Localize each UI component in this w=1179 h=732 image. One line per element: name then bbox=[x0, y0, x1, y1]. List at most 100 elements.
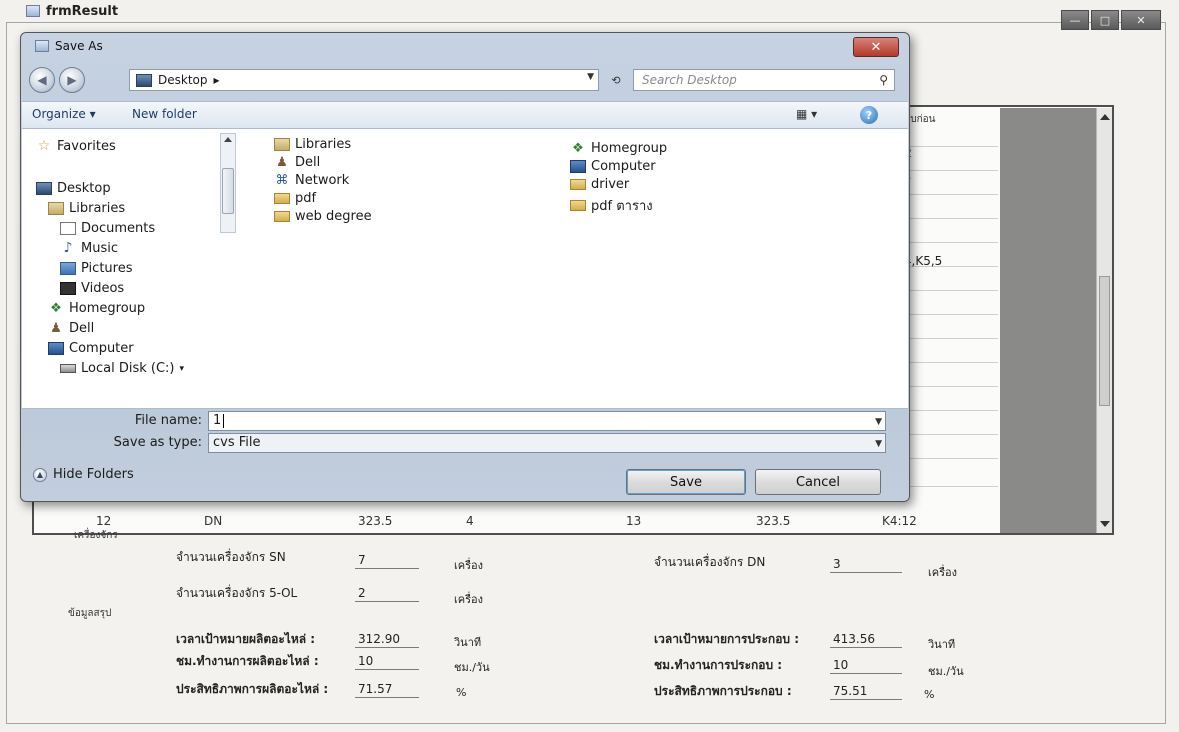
search-input[interactable]: Search Desktop ⚲ bbox=[633, 69, 895, 91]
libraries-icon bbox=[274, 138, 290, 151]
nav-item-label: Documents bbox=[81, 221, 156, 236]
dialog-icon bbox=[35, 40, 49, 52]
sewing-eff-label: ประสิทธิภาพการผลิตอะไหล่ : bbox=[176, 682, 329, 696]
sewing-target-label: เวลาเป้าหมายผลิตอะไหล่ : bbox=[176, 632, 316, 646]
row-no: 12 bbox=[96, 514, 112, 528]
row-value-c: 13 bbox=[626, 514, 642, 528]
scroll-down-arrow-icon[interactable] bbox=[1100, 521, 1110, 527]
address-separator-icon[interactable]: ▸ bbox=[214, 73, 220, 87]
nav-item-homegroup[interactable]: ❖ Homegroup bbox=[48, 301, 145, 316]
back-button[interactable]: ◀ bbox=[29, 67, 55, 93]
save-button[interactable]: Save bbox=[626, 469, 746, 495]
nav-item-pictures[interactable]: Pictures bbox=[60, 261, 132, 276]
desktop-icon bbox=[136, 73, 152, 87]
dialog-close-button[interactable]: ✕ bbox=[853, 37, 899, 57]
organize-menu[interactable]: Organize ▾ bbox=[32, 107, 96, 121]
file-item-libraries[interactable]: Libraries bbox=[274, 137, 351, 152]
assembly-eff-label: ประสิทธิภาพการประกอบ : bbox=[654, 684, 792, 698]
nav-item-documents[interactable]: Documents bbox=[60, 221, 155, 236]
save-fields: File name: 1 ▼ Save as type: cvs File ▼ bbox=[22, 409, 908, 457]
view-options-icon[interactable]: ▦ ▾ bbox=[796, 107, 817, 121]
row-value-a: 323.5 bbox=[358, 514, 393, 528]
nav-item-computer[interactable]: Computer bbox=[48, 341, 134, 356]
five-ol-value: 2 bbox=[355, 584, 419, 602]
row-value-d: 323.5 bbox=[756, 514, 791, 528]
sewing-hours-label: ชม.ทำงานการผลิตอะไหล่ : bbox=[176, 654, 319, 668]
address-dropdown-icon[interactable]: ▼ bbox=[587, 72, 594, 82]
chevron-down-icon[interactable]: ▼ bbox=[875, 435, 882, 453]
nav-pane-scrollbar[interactable] bbox=[220, 133, 236, 233]
folder-icon bbox=[274, 211, 290, 222]
scroll-up-arrow-icon[interactable] bbox=[1100, 114, 1110, 120]
chevron-up-icon: ▲ bbox=[33, 467, 47, 482]
grid-vertical-scrollbar[interactable] bbox=[1096, 108, 1112, 533]
close-button[interactable]: ✕ bbox=[1121, 10, 1161, 30]
scroll-up-arrow-icon[interactable] bbox=[224, 137, 232, 142]
folder-icon bbox=[570, 200, 586, 211]
computer-icon bbox=[570, 160, 586, 173]
table-row[interactable]: 12 DN 323.5 4 13 323.5 K4:12 bbox=[36, 511, 1094, 531]
dialog-body: ☆ Favorites Desktop Libraries Documents … bbox=[22, 129, 908, 409]
save-as-dialog: Save As ✕ ◀ ▶ Desktop ▸ ▼ ⟲ Search Deskt… bbox=[20, 32, 910, 502]
file-name-label: File name: bbox=[134, 413, 202, 428]
app-icon bbox=[26, 5, 40, 17]
file-name-input[interactable]: 1 ▼ bbox=[208, 411, 886, 431]
file-item-label: driver bbox=[591, 177, 630, 192]
new-folder-button[interactable]: New folder bbox=[132, 107, 197, 121]
assembly-hours-value: 10 bbox=[830, 656, 902, 674]
nav-item-local-disk[interactable]: Local Disk (C:) ▾ bbox=[60, 361, 184, 376]
hide-folders-button[interactable]: ▲ Hide Folders bbox=[33, 467, 134, 482]
nav-item-label: Desktop bbox=[57, 181, 111, 196]
file-item-web-degree[interactable]: web degree bbox=[274, 209, 372, 224]
address-path[interactable]: Desktop bbox=[158, 73, 208, 87]
minimize-button[interactable]: — bbox=[1061, 10, 1089, 30]
nav-item-favorites[interactable]: ☆ Favorites bbox=[36, 139, 116, 154]
file-item-dell[interactable]: ♟ Dell bbox=[274, 155, 320, 170]
text-caret bbox=[223, 413, 225, 428]
scroll-thumb[interactable] bbox=[222, 168, 234, 214]
sewing-hours-unit: ชม./วัน bbox=[454, 661, 490, 674]
help-icon[interactable]: ? bbox=[860, 106, 878, 124]
maximize-button[interactable]: □ bbox=[1091, 10, 1119, 30]
nav-item-label: Local Disk (C:) bbox=[81, 361, 175, 376]
chevron-down-icon[interactable]: ▾ bbox=[179, 364, 184, 374]
file-item-network[interactable]: ⌘ Network bbox=[274, 173, 350, 188]
file-item-pdf[interactable]: pdf bbox=[274, 191, 316, 206]
nav-item-videos[interactable]: Videos bbox=[60, 281, 124, 296]
assembly-eff-unit: % bbox=[924, 688, 935, 701]
sn-value: 7 bbox=[355, 551, 419, 569]
documents-icon bbox=[60, 222, 76, 235]
scroll-thumb[interactable] bbox=[1099, 276, 1110, 406]
refresh-button[interactable]: ⟲ bbox=[603, 69, 629, 91]
music-icon: ♪ bbox=[63, 240, 73, 256]
save-type-select[interactable]: cvs File ▼ bbox=[208, 433, 886, 453]
file-item-driver[interactable]: driver bbox=[570, 177, 629, 192]
homegroup-icon: ❖ bbox=[572, 141, 584, 156]
nav-item-label: Homegroup bbox=[69, 301, 146, 316]
address-bar[interactable]: Desktop ▸ ▼ bbox=[129, 69, 599, 91]
nav-item-libraries[interactable]: Libraries bbox=[48, 201, 125, 216]
nav-item-music[interactable]: ♪ Music bbox=[60, 241, 118, 256]
sewing-target-unit: วินาที bbox=[454, 636, 482, 649]
nav-item-label: Dell bbox=[69, 321, 95, 336]
user-icon: ♟ bbox=[50, 321, 62, 336]
nav-item-desktop[interactable]: Desktop bbox=[36, 181, 111, 196]
file-item-homegroup[interactable]: ❖ Homegroup bbox=[570, 141, 667, 156]
cancel-button[interactable]: Cancel bbox=[755, 469, 881, 495]
sewing-target-value: 312.90 bbox=[355, 630, 419, 648]
dialog-toolbar: Organize ▾ New folder ▦ ▾ ? bbox=[22, 101, 908, 129]
chevron-down-icon[interactable]: ▼ bbox=[875, 413, 882, 431]
file-item-label: Libraries bbox=[295, 137, 352, 152]
machines-section-label: เครื่องจักร bbox=[74, 530, 118, 541]
user-icon: ♟ bbox=[276, 155, 288, 170]
file-item-label: Dell bbox=[295, 155, 321, 170]
refresh-icon: ⟲ bbox=[611, 73, 621, 87]
assembly-target-unit: วินาที bbox=[928, 638, 956, 651]
search-icon[interactable]: ⚲ bbox=[879, 70, 888, 90]
file-item-pdf-table[interactable]: pdf ตาราง bbox=[570, 195, 653, 216]
forward-button[interactable]: ▶ bbox=[59, 67, 85, 93]
file-item-computer[interactable]: Computer bbox=[570, 159, 656, 174]
nav-item-dell[interactable]: ♟ Dell bbox=[48, 321, 94, 336]
desktop-icon bbox=[36, 182, 52, 195]
pictures-icon bbox=[60, 262, 76, 275]
